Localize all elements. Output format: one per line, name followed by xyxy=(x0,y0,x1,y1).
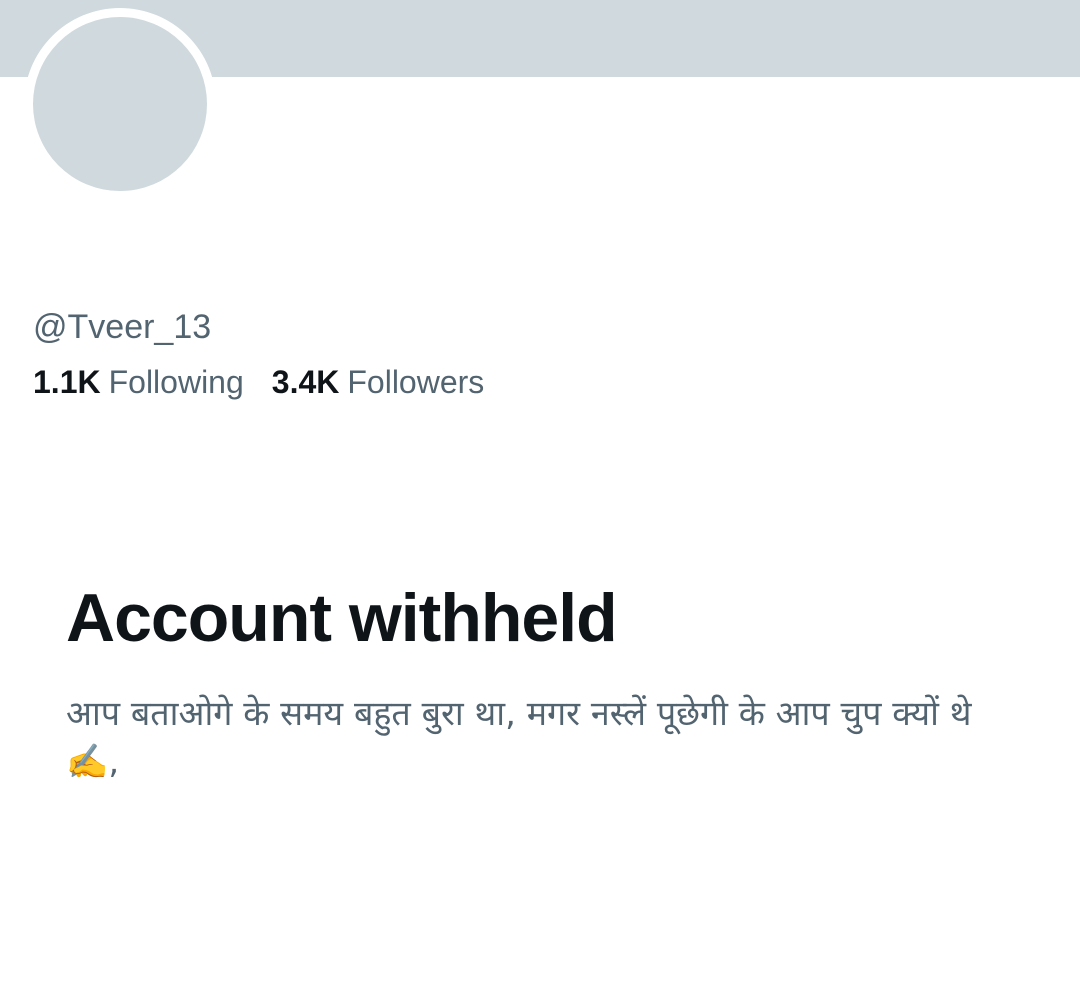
followers-count: 3.4K xyxy=(271,364,340,400)
followers-link[interactable]: 3.4K Followers xyxy=(272,360,485,404)
following-link[interactable]: 1.1K Following xyxy=(33,360,244,404)
withheld-title: Account withheld xyxy=(66,580,618,656)
following-label: Following xyxy=(108,364,244,400)
profile-page: @Tveer_13 1.1K Following 3.4K Followers … xyxy=(0,0,1080,986)
avatar-border xyxy=(24,8,216,200)
profile-stats: 1.1K Following 3.4K Followers xyxy=(33,360,484,404)
followers-label: Followers xyxy=(347,364,485,400)
withheld-reason: आप बताओगे के समय बहुत बुरा था, मगर नस्ले… xyxy=(66,694,972,782)
following-count: 1.1K xyxy=(33,364,101,400)
profile-handle: @Tveer_13 xyxy=(33,308,212,346)
avatar[interactable] xyxy=(33,17,207,191)
